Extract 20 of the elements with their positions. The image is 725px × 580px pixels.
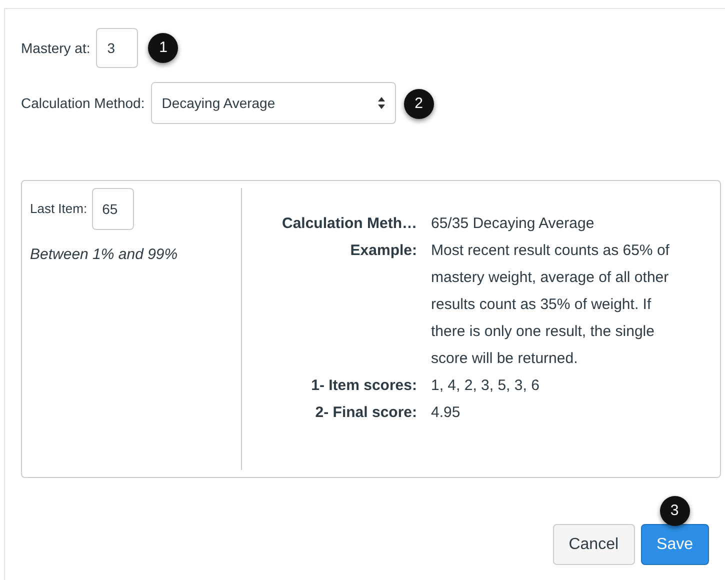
cancel-button[interactable]: Cancel: [552, 524, 635, 565]
detail-label: Calculation Meth…: [280, 214, 417, 234]
sort-arrows-icon: [378, 97, 385, 109]
detail-value: Most recent result counts as 65% of mastery weight, average of all other results count as 35% of weight. If there is only one result, the single score will be returned.: [431, 241, 670, 369]
field-label: Last Item:: [30, 200, 88, 218]
callout-badge: 3: [660, 496, 690, 526]
callout-badge: 2: [404, 89, 434, 119]
field-label: Calculation Method:: [21, 94, 145, 112]
select-dropdown[interactable]: Decaying Average: [150, 82, 396, 124]
input-field[interactable]: 3: [96, 28, 138, 68]
callout-badge: 1: [148, 33, 178, 63]
detail-value: 4.95: [431, 403, 462, 423]
detail-label: 1- Item scores:: [310, 376, 417, 396]
input-field[interactable]: 65: [92, 188, 134, 230]
detail-value: 65/35 Decaying Average: [431, 214, 596, 234]
detail-label: Example:: [349, 241, 417, 261]
detail-value: 1, 4, 2, 3, 5, 3, 6: [431, 376, 540, 396]
hint-text: Between 1% and 99%: [30, 245, 179, 265]
detail-label: 2- Final score:: [314, 403, 417, 423]
field-label: Mastery at:: [21, 38, 90, 58]
